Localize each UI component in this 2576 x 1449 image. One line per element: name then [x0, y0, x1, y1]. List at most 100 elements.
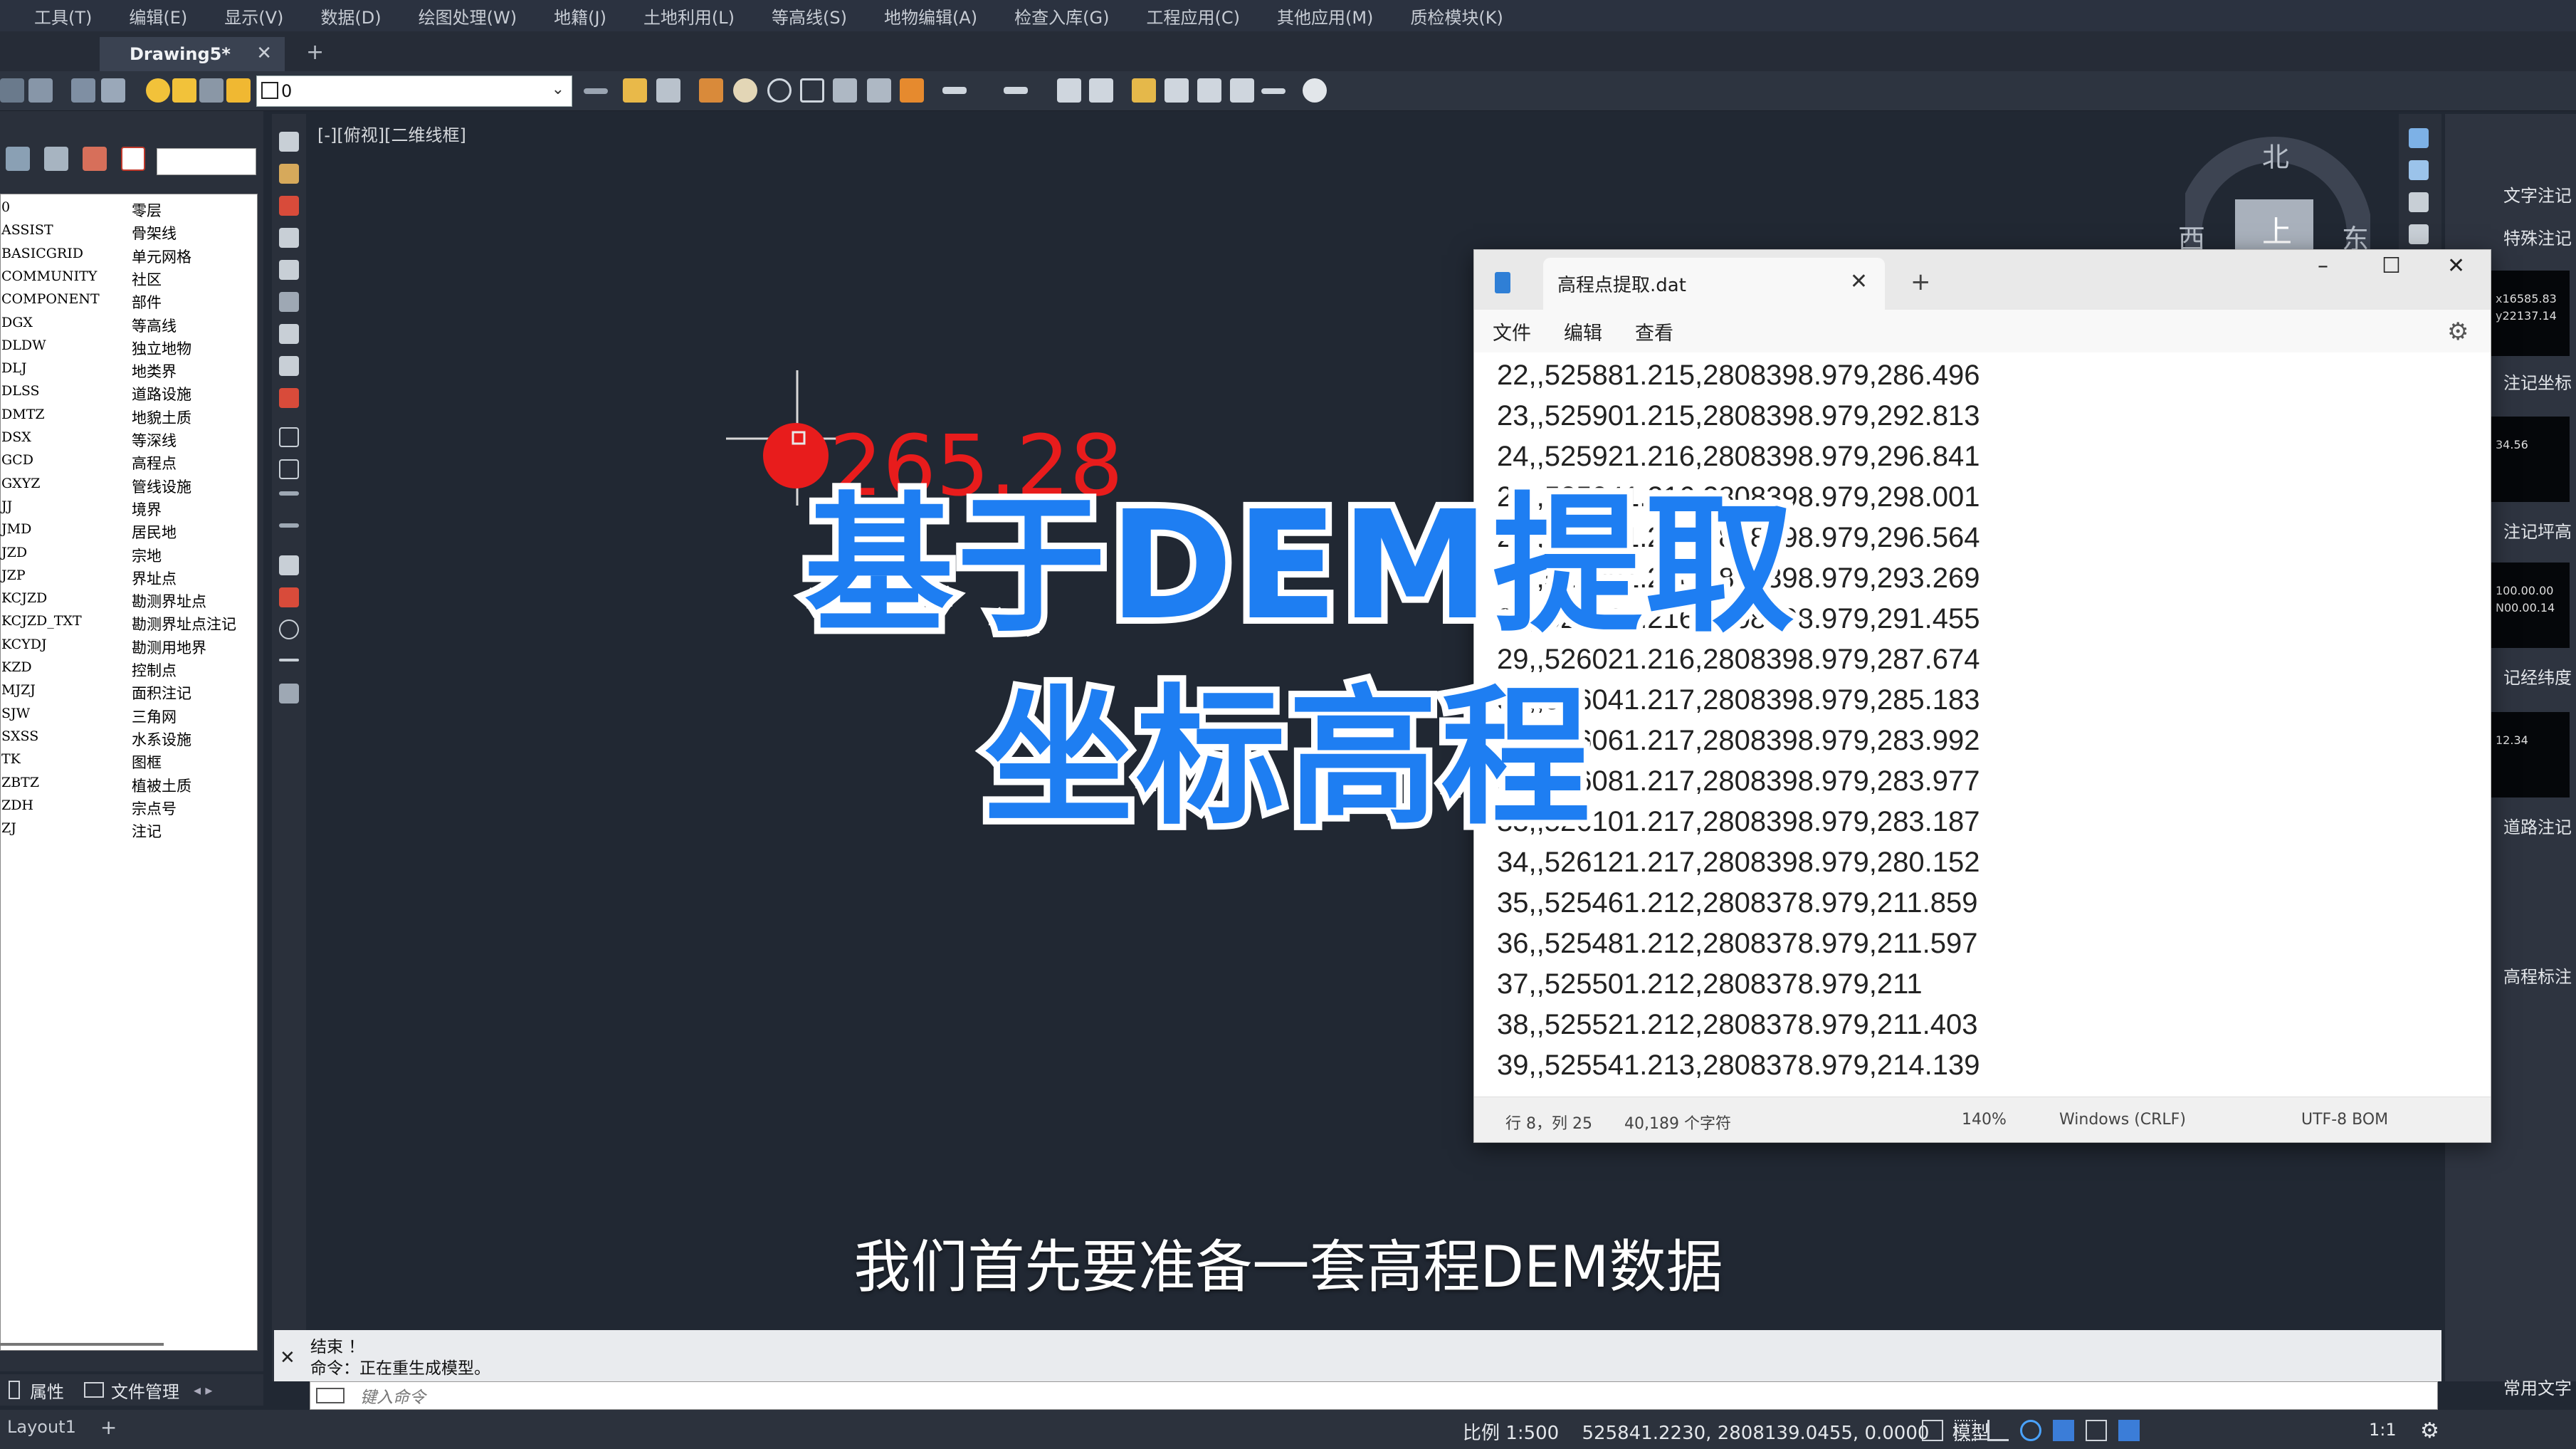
viewcube-top[interactable]: 上 [2262, 208, 2292, 251]
tool-icon[interactable] [279, 196, 299, 216]
menu-item[interactable]: 其他应用(M) [1258, 4, 1392, 28]
line-icon[interactable] [279, 659, 299, 661]
tool-icon[interactable] [279, 164, 299, 184]
close-icon[interactable]: ✕ [280, 1347, 295, 1369]
annotation-tool-label[interactable]: 特殊注记 [2503, 224, 2572, 249]
encoding[interactable]: UTF-8 BOM [2301, 1111, 2388, 1129]
tool-icon[interactable] [279, 132, 299, 152]
annotation-tool-label[interactable]: 高程标注 [2503, 963, 2572, 988]
layer-row[interactable]: JMD 居民地 [0, 520, 256, 543]
notepad-menu-item[interactable]: 文件 [1493, 318, 1531, 345]
layer-row[interactable]: MJZJ 面积注记 [0, 681, 256, 703]
menu-item[interactable]: 绘图处理(W) [400, 4, 535, 28]
tool-icon[interactable] [279, 260, 299, 280]
layer-row[interactable]: DLSS 道路设施 [0, 382, 256, 404]
redraw-icon[interactable] [699, 78, 723, 103]
layer-select[interactable]: 0 ⌄ [256, 75, 572, 107]
move-icon[interactable] [1165, 78, 1189, 103]
tab-drawing5[interactable]: Drawing5* ✕ [100, 37, 285, 71]
layer-row[interactable]: JZD 宗地 [0, 543, 256, 566]
scrollbar[interactable] [0, 1343, 164, 1346]
menu-item[interactable]: 土地利用(L) [625, 4, 753, 28]
pencil-icon[interactable] [1132, 78, 1156, 103]
menu-item[interactable]: 检查入库(G) [996, 4, 1127, 28]
close-window-icon[interactable]: ✕ [2447, 253, 2465, 278]
tool-icon[interactable] [279, 427, 299, 447]
annotation-preview[interactable]: x16585.83 y22137.14 [2491, 271, 2570, 356]
annotation-tool-label[interactable]: 常用文字 [2503, 1374, 2572, 1399]
menu-item[interactable]: 工程应用(C) [1128, 4, 1258, 28]
tool-icon[interactable] [2409, 160, 2429, 180]
layer-row[interactable]: GCD 高程点 [0, 451, 256, 474]
tool-icon[interactable] [2409, 192, 2429, 212]
tool-icon[interactable] [279, 228, 299, 248]
menu-item[interactable]: 数据(D) [302, 4, 399, 28]
tool-icon[interactable] [279, 587, 299, 607]
zoom-window-icon[interactable] [800, 78, 824, 103]
layer-row[interactable]: SXSS 水系设施 [0, 727, 256, 750]
annotation-visibility-icon[interactable] [2118, 1420, 2140, 1441]
tool-icon[interactable] [2409, 224, 2429, 244]
tool-icon[interactable] [279, 491, 299, 496]
folder-open-icon[interactable] [623, 78, 647, 103]
menu-item[interactable]: 质检模块(K) [1392, 4, 1521, 28]
redo-icon[interactable] [1004, 87, 1028, 94]
layer-row[interactable]: TK 图框 [0, 750, 256, 773]
tab-scroll-icon[interactable]: ◂ ▸ [194, 1381, 212, 1398]
layer-row[interactable]: ZJ 注记 [0, 819, 256, 842]
extend-icon[interactable] [1261, 88, 1286, 94]
zoom-extents-icon[interactable] [833, 78, 857, 103]
layer-filter-input[interactable] [157, 148, 256, 175]
annotation-tool-label[interactable]: 记经纬度 [2503, 664, 2572, 689]
annotation-preview[interactable]: 100.00.00 N00.00.14 [2491, 563, 2570, 648]
layer-row[interactable]: KCYDJ 勘测用地界 [0, 635, 256, 658]
annotation-tool-label[interactable]: 道路注记 [2503, 813, 2572, 838]
tool-icon[interactable] [279, 459, 299, 479]
lineweight-icon[interactable] [584, 88, 608, 94]
menu-item[interactable]: 地物编辑(A) [866, 4, 996, 28]
zoom-level[interactable]: 140% [1962, 1111, 2007, 1129]
add-tab-button[interactable]: + [306, 40, 324, 65]
properties-icon[interactable] [1057, 78, 1081, 103]
new-icon[interactable] [0, 78, 24, 103]
tool-icon[interactable] [279, 324, 299, 344]
layer-row[interactable]: DMTZ 地貌土质 [0, 405, 256, 428]
layer-copy-icon[interactable] [44, 147, 68, 171]
tool-icon[interactable] [279, 388, 299, 408]
annotation-tool-label[interactable]: 注记坪高 [2503, 518, 2572, 543]
menu-item[interactable]: 显示(V) [206, 4, 302, 28]
scale-value[interactable]: 1:500 [1505, 1423, 1559, 1444]
lock-icon[interactable] [226, 78, 251, 103]
layer-row[interactable]: ZBTZ 植被土质 [0, 773, 256, 796]
checkbox-icon[interactable] [121, 147, 145, 171]
osnap-icon[interactable] [2053, 1420, 2074, 1441]
group-icon[interactable] [1197, 78, 1221, 103]
layer-row[interactable]: SJW 三角网 [0, 704, 256, 727]
menu-item[interactable]: 编辑(E) [110, 4, 206, 28]
command-input[interactable]: 键入命令 [310, 1381, 2438, 1410]
layer-row[interactable]: KCJZD_TXT 勘测界址点注记 [0, 612, 256, 634]
layer-row[interactable]: GXYZ 管线设施 [0, 474, 256, 497]
layer-row[interactable]: BASICGRID 单元网格 [0, 244, 256, 267]
bulb-icon[interactable] [146, 78, 170, 103]
layer-row[interactable]: ASSIST 骨架线 [0, 221, 256, 244]
calculator-icon[interactable] [1089, 78, 1113, 103]
annotation-preview[interactable]: 12.34 [2491, 712, 2570, 797]
layer-manager-icon[interactable] [6, 147, 30, 171]
gear-icon[interactable]: ⚙ [2447, 318, 2469, 346]
tool-icon[interactable] [279, 356, 299, 376]
zoom-previous-icon[interactable] [867, 78, 891, 103]
open-icon[interactable] [28, 78, 53, 103]
new-tab-button[interactable]: + [1910, 268, 1931, 296]
polar-icon[interactable] [2020, 1420, 2041, 1441]
gear-icon[interactable]: ⚙ [2420, 1418, 2439, 1443]
layer-row[interactable]: DLDW 独立地物 [0, 336, 256, 359]
add-layout-button[interactable]: + [100, 1416, 117, 1439]
annotation-tool-label[interactable]: 注记坐标 [2503, 369, 2572, 394]
layer-row[interactable]: DLJ 地类界 [0, 359, 256, 382]
layer-delete-icon[interactable] [83, 147, 107, 171]
layer-row[interactable]: DGX 等高线 [0, 313, 256, 336]
layer-row[interactable]: 0 零层 [0, 198, 256, 221]
annotation-tool-label[interactable]: 文字注记 [2503, 182, 2572, 206]
help-icon[interactable] [1303, 78, 1327, 103]
